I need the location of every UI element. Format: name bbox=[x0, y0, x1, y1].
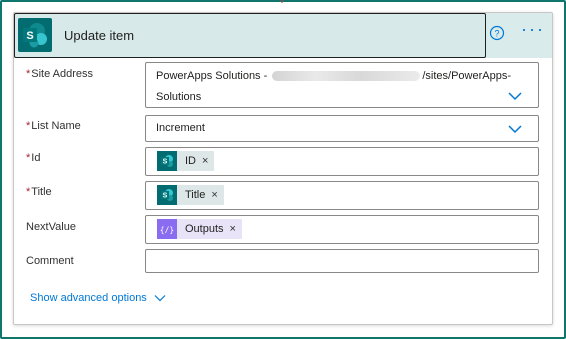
site-address-label: *Site Address bbox=[26, 68, 93, 80]
required-marker: * bbox=[26, 186, 31, 198]
comment-label: Comment bbox=[26, 255, 74, 267]
id-label-text: Id bbox=[31, 152, 41, 164]
required-marker: * bbox=[26, 152, 31, 164]
site-address-suffix: /sites/PowerApps- bbox=[422, 70, 511, 82]
remove-token-icon[interactable]: × bbox=[211, 189, 217, 201]
next-value-label-text: NextValue bbox=[26, 221, 76, 233]
help-circle-icon[interactable]: ? bbox=[489, 25, 505, 41]
show-advanced-options-link[interactable]: Show advanced options bbox=[30, 292, 166, 304]
site-address-field[interactable]: PowerApps Solutions - /sites/PowerApps- … bbox=[145, 62, 539, 108]
site-address-value-line1: PowerApps Solutions - /sites/PowerApps- bbox=[156, 70, 511, 82]
sharepoint-icon: S bbox=[18, 18, 52, 52]
title-label: *Title bbox=[26, 186, 52, 198]
comment-field[interactable] bbox=[145, 249, 539, 273]
expression-icon: {/} bbox=[157, 219, 177, 239]
id-token[interactable]: S ID × bbox=[157, 151, 215, 171]
id-label: *Id bbox=[26, 152, 40, 164]
svg-text:?: ? bbox=[494, 29, 499, 39]
comment-label-text: Comment bbox=[26, 255, 74, 267]
site-address-label-text: Site Address bbox=[31, 68, 94, 80]
token-label: ID bbox=[185, 155, 196, 167]
remove-token-icon[interactable]: × bbox=[230, 223, 236, 235]
action-header[interactable]: S Update item ? ··· bbox=[14, 13, 552, 58]
svg-text:S: S bbox=[163, 159, 168, 166]
list-name-dropdown[interactable]: Increment bbox=[145, 115, 539, 142]
action-header-title-box[interactable]: S Update item bbox=[14, 13, 486, 58]
title-token[interactable]: S Title × bbox=[157, 185, 224, 205]
next-value-field[interactable]: {/} Outputs × bbox=[145, 215, 539, 244]
chevron-down-icon[interactable] bbox=[508, 91, 522, 101]
svg-text:{/}: {/} bbox=[160, 226, 174, 235]
advanced-label: Show advanced options bbox=[30, 292, 147, 304]
title-label-text: Title bbox=[31, 186, 52, 198]
redacted-url bbox=[272, 71, 421, 82]
sharepoint-icon: S bbox=[157, 185, 177, 205]
chevron-down-icon bbox=[154, 295, 166, 302]
list-name-label-text: List Name bbox=[31, 120, 81, 132]
svg-text:S: S bbox=[26, 30, 33, 42]
site-address-value-line2: Solutions bbox=[156, 91, 202, 103]
outputs-token[interactable]: {/} Outputs × bbox=[157, 219, 242, 239]
next-value-label: NextValue bbox=[26, 221, 76, 233]
token-label: Title bbox=[185, 189, 206, 201]
more-ellipsis-icon[interactable]: ··· bbox=[521, 20, 543, 40]
action-title[interactable]: Update item bbox=[64, 28, 134, 43]
required-marker: * bbox=[26, 68, 31, 80]
sharepoint-icon: S bbox=[157, 151, 177, 171]
list-name-value: Increment bbox=[156, 122, 205, 134]
required-marker: * bbox=[26, 120, 31, 132]
remove-token-icon[interactable]: × bbox=[202, 155, 208, 167]
action-card: S Update item ? ··· *Site Address PowerA… bbox=[13, 12, 553, 325]
token-label: Outputs bbox=[185, 223, 224, 235]
connector-arrow-icon bbox=[279, 0, 285, 4]
site-address-prefix: PowerApps Solutions - bbox=[156, 70, 271, 82]
list-name-label: *List Name bbox=[26, 120, 81, 132]
title-field[interactable]: S Title × bbox=[145, 181, 539, 210]
svg-text:S: S bbox=[163, 193, 168, 200]
id-field[interactable]: S ID × bbox=[145, 147, 539, 176]
chevron-down-icon[interactable] bbox=[508, 124, 522, 134]
